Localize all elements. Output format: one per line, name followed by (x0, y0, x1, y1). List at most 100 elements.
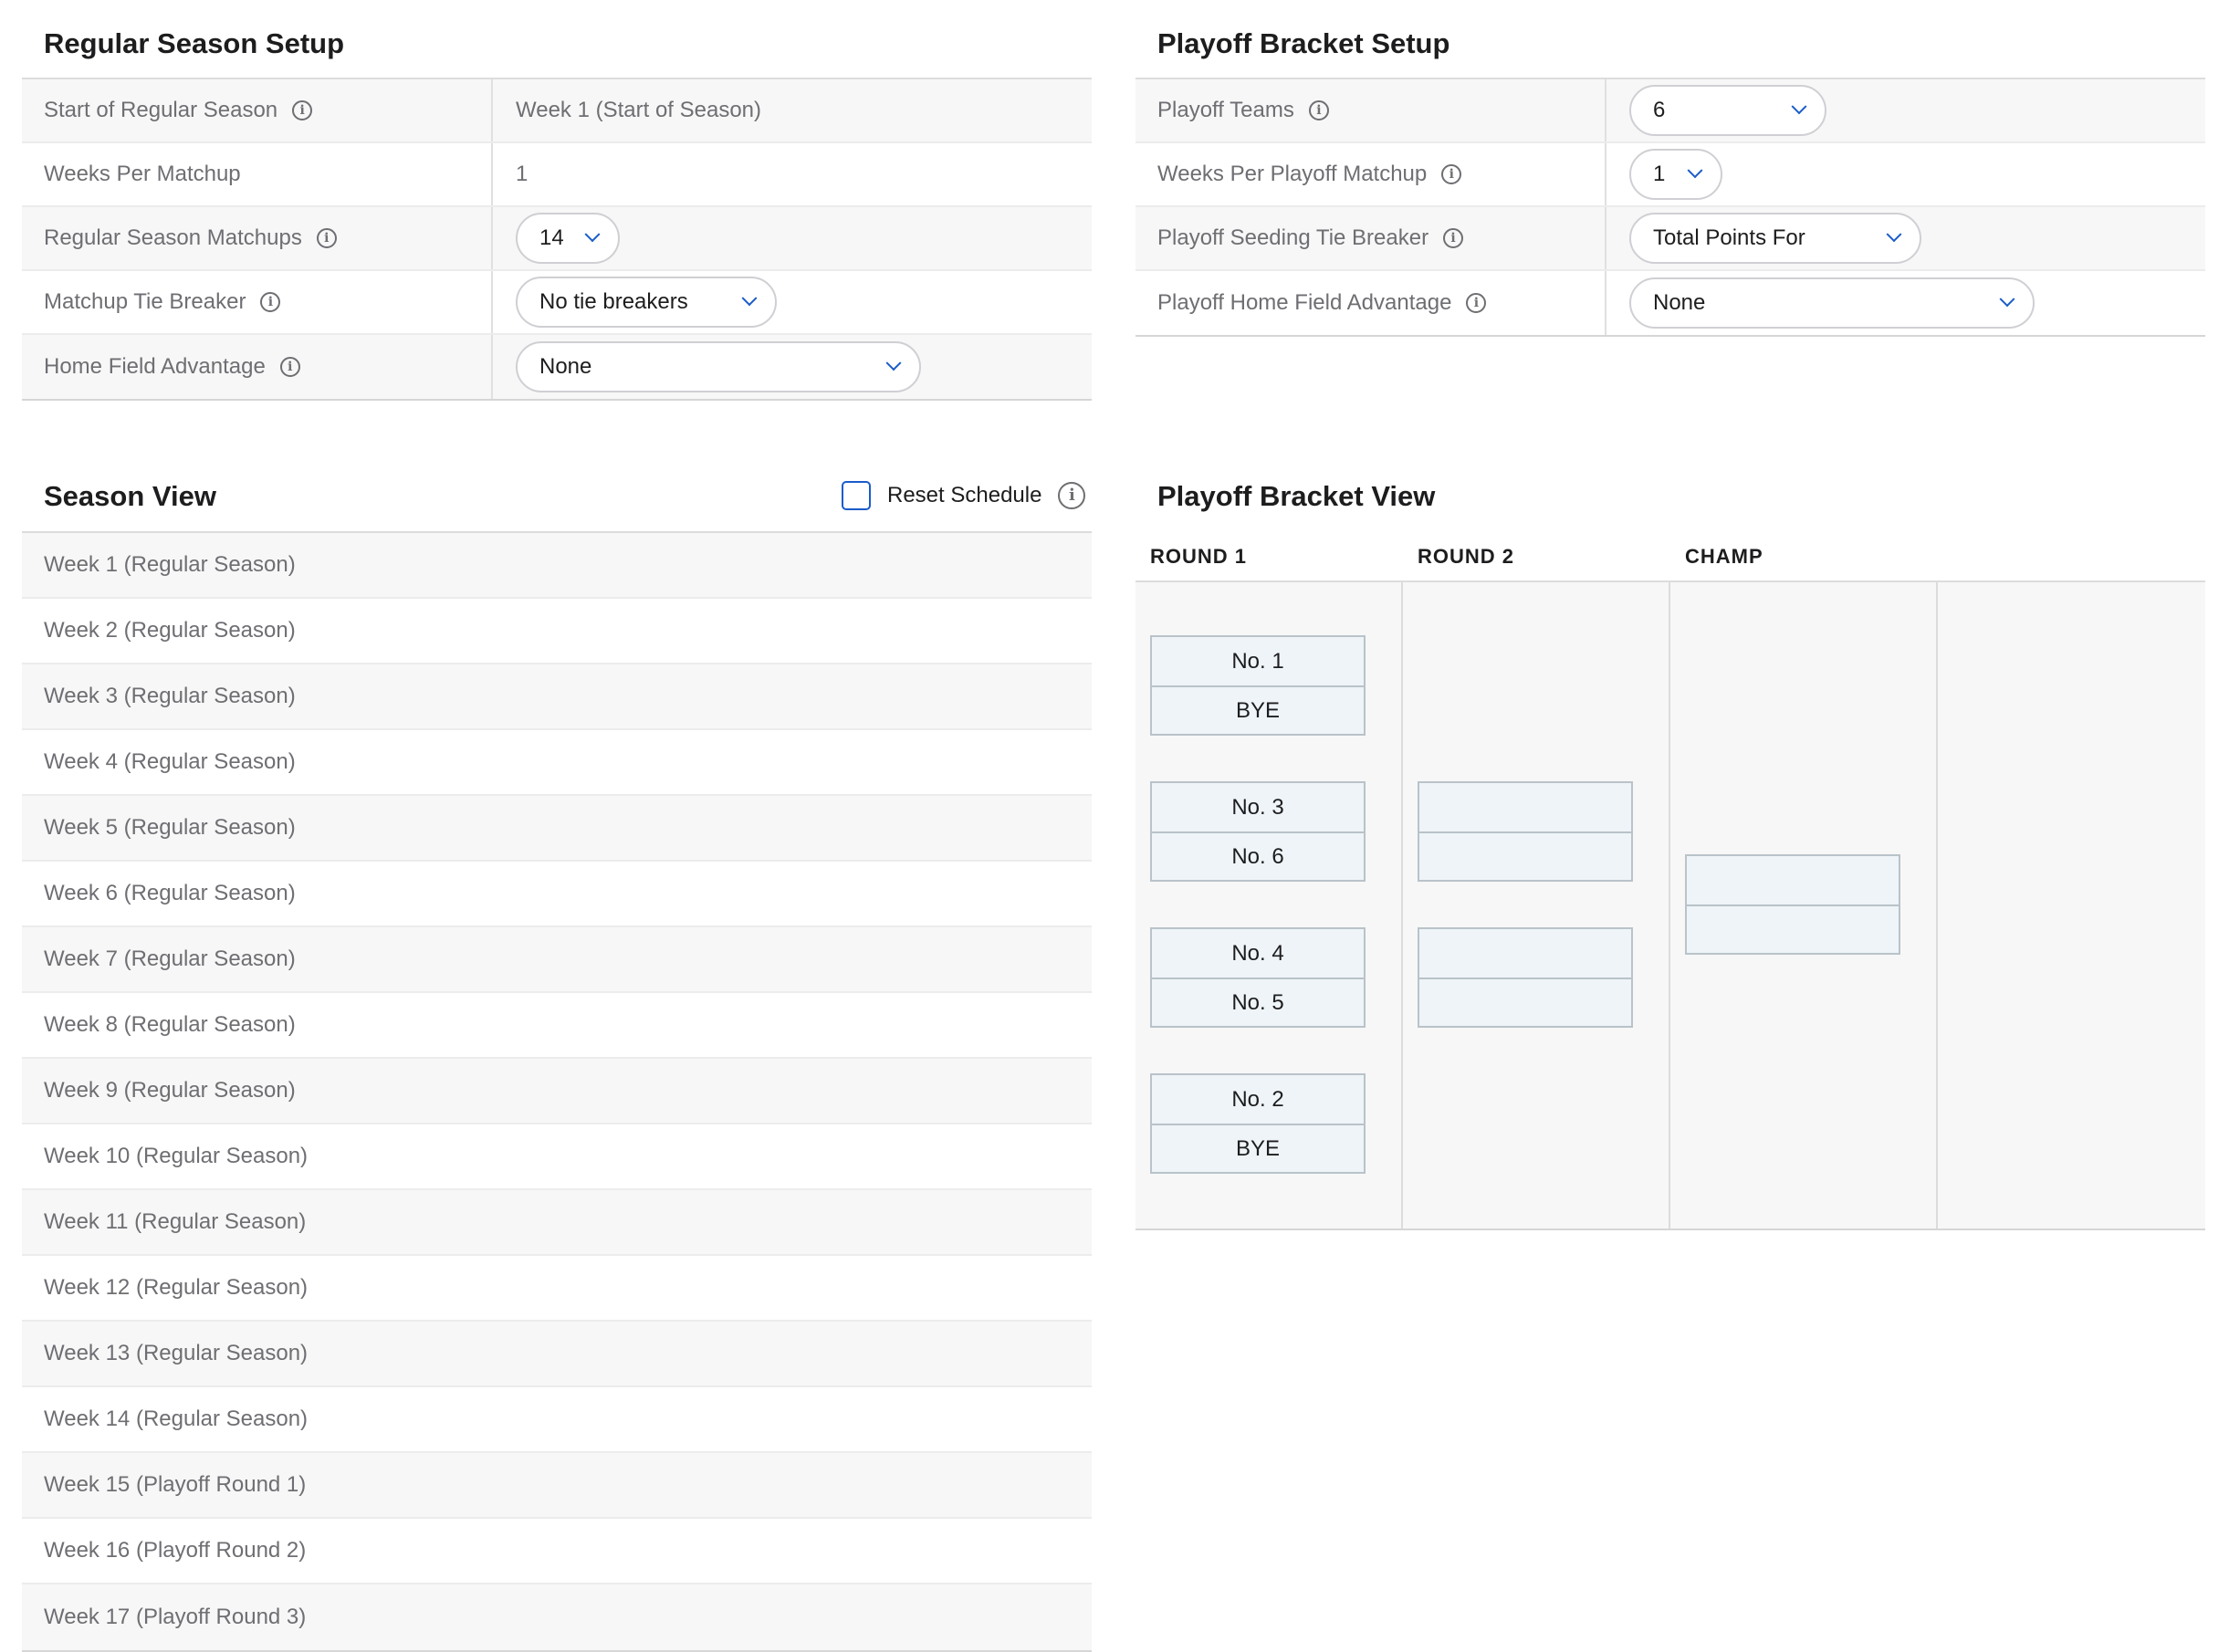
info-icon[interactable]: i (279, 357, 300, 377)
select-value: 14 (539, 225, 564, 250)
bracket-view-title: Playoff Bracket View (1157, 480, 1436, 512)
chevron-down-icon (741, 290, 758, 307)
list-item[interactable]: Week 4 (Regular Season) (22, 730, 1092, 796)
bracket-slot: No. 1 (1231, 648, 1284, 674)
bracket-slot: No. 2 (1231, 1086, 1284, 1112)
list-item[interactable]: Week 8 (Regular Season) (22, 993, 1092, 1059)
list-item[interactable]: Week 3 (Regular Season) (22, 664, 1092, 730)
bracket-slot (1419, 831, 1631, 880)
weeks-per-matchup-value: 1 (516, 162, 528, 186)
info-icon[interactable]: i (316, 228, 337, 248)
season-week-list: Week 1 (Regular Season) Week 2 (Regular … (22, 531, 1092, 1652)
setup-label: Home Field Advantage (44, 354, 266, 379)
list-item[interactable]: Week 11 (Regular Season) (22, 1190, 1092, 1256)
list-item[interactable]: Week 17 (Playoff Round 3) (22, 1584, 1092, 1650)
list-item[interactable]: Week 13 (Regular Season) (22, 1322, 1092, 1387)
bracket-slot (1687, 856, 1899, 904)
bracket-matchup[interactable] (1685, 854, 1900, 955)
bracket-matchup[interactable]: No. 1 BYE (1150, 635, 1366, 736)
bracket-slot: No. 3 (1231, 794, 1284, 820)
list-item[interactable]: Week 5 (Regular Season) (22, 796, 1092, 862)
setup-row-home-field: Home Field Advantage i None (22, 335, 1092, 399)
setup-row-start: Start of Regular Season i Week 1 (Start … (22, 79, 1092, 143)
setup-label: Start of Regular Season (44, 98, 278, 122)
info-icon[interactable]: i (1443, 228, 1464, 248)
bracket-slot: No. 6 (1152, 831, 1364, 880)
bracket-slot (1419, 783, 1631, 831)
list-item[interactable]: Week 15 (Playoff Round 1) (22, 1453, 1092, 1519)
bracket-slot: No. 4 (1231, 940, 1284, 966)
setup-row-tie-breaker: Matchup Tie Breaker i No tie breakers (22, 271, 1092, 335)
regular-setup-title: Regular Season Setup (44, 27, 345, 59)
home-field-advantage-select[interactable]: None (516, 341, 921, 392)
setup-label: Regular Season Matchups (44, 225, 302, 250)
bracket-matchup[interactable] (1418, 781, 1633, 882)
list-item[interactable]: Week 10 (Regular Season) (22, 1124, 1092, 1190)
playoff-setup-table: Playoff Teams i 6 Weeks Per Playoff Matc… (1135, 78, 2205, 337)
setup-label: Weeks Per Playoff Matchup (1157, 162, 1428, 186)
playoff-setup-title: Playoff Bracket Setup (1157, 27, 1450, 59)
reset-schedule: Reset Schedule i (842, 481, 1086, 510)
chevron-down-icon (584, 226, 601, 243)
info-icon[interactable]: i (292, 100, 313, 120)
list-item[interactable]: Week 2 (Regular Season) (22, 599, 1092, 664)
list-item[interactable]: Week 9 (Regular Season) (22, 1059, 1092, 1124)
setup-row-weeks-per-matchup: Weeks Per Matchup 1 (22, 143, 1092, 207)
bracket-round-champ (1670, 582, 1938, 1229)
regular-season-matchups-select[interactable]: 14 (516, 213, 620, 264)
list-item[interactable]: Week 6 (Regular Season) (22, 862, 1092, 927)
info-icon[interactable]: i (260, 292, 281, 312)
select-value: No tie breakers (539, 289, 688, 314)
playoff-teams-select[interactable]: 6 (1629, 85, 1826, 136)
start-of-season-value: Week 1 (Start of Season) (516, 98, 762, 122)
list-item[interactable]: Week 14 (Regular Season) (22, 1387, 1092, 1453)
chevron-down-icon (1687, 162, 1703, 179)
bracket-round-1: No. 1 BYE No. 3 No. 6 No. 4 No. 5 No. 2 … (1135, 582, 1403, 1229)
bracket-matchup[interactable] (1418, 927, 1633, 1028)
bracket-slot (1687, 904, 1899, 953)
chevron-down-icon (1791, 99, 1807, 115)
matchup-tie-breaker-select[interactable]: No tie breakers (516, 277, 777, 328)
setup-label: Playoff Home Field Advantage (1157, 290, 1452, 315)
chevron-down-icon (1999, 291, 2015, 308)
info-icon[interactable]: i (1308, 100, 1329, 120)
setup-row-playoff-teams: Playoff Teams i 6 (1135, 79, 2205, 143)
list-item[interactable]: Week 16 (Playoff Round 2) (22, 1519, 1092, 1584)
regular-setup-table: Start of Regular Season i Week 1 (Start … (22, 78, 1092, 401)
chevron-down-icon (1886, 226, 1902, 243)
list-item[interactable]: Week 1 (Regular Season) (22, 533, 1092, 599)
bracket-slot: BYE (1152, 1124, 1364, 1172)
bracket-slot: No. 5 (1152, 978, 1364, 1026)
bracket-slot (1419, 978, 1631, 1026)
seeding-tie-breaker-select[interactable]: Total Points For (1629, 213, 1921, 264)
bracket-round-2 (1403, 582, 1670, 1229)
bracket-slot: BYE (1152, 685, 1364, 734)
list-item[interactable]: Week 7 (Regular Season) (22, 927, 1092, 993)
list-item[interactable]: Week 12 (Regular Season) (22, 1256, 1092, 1322)
reset-schedule-checkbox[interactable] (842, 481, 871, 510)
bracket-matchup[interactable]: No. 2 BYE (1150, 1073, 1366, 1174)
setup-row-seeding-tie: Playoff Seeding Tie Breaker i Total Poin… (1135, 207, 2205, 271)
bracket-matchup[interactable]: No. 3 No. 6 (1150, 781, 1366, 882)
round-header-2: ROUND 2 (1418, 545, 1515, 568)
setup-row-matchups: Regular Season Matchups i 14 (22, 207, 1092, 271)
bracket-slot (1419, 929, 1631, 978)
round-header-1: ROUND 1 (1150, 545, 1248, 568)
bracket-matchup[interactable]: No. 4 No. 5 (1150, 927, 1366, 1028)
setup-row-weeks-per-playoff: Weeks Per Playoff Matchup i 1 (1135, 143, 2205, 207)
select-value: None (539, 354, 592, 379)
reset-schedule-label[interactable]: Reset Schedule (887, 483, 1041, 508)
chevron-down-icon (885, 355, 902, 371)
info-icon[interactable]: i (1441, 164, 1462, 184)
info-icon[interactable]: i (1466, 293, 1487, 313)
select-value: 6 (1653, 98, 1666, 122)
select-value: Total Points For (1653, 225, 1805, 250)
bracket-area: No. 1 BYE No. 3 No. 6 No. 4 No. 5 No. 2 … (1135, 580, 2205, 1230)
playoff-home-field-select[interactable]: None (1629, 277, 2035, 329)
setup-label: Matchup Tie Breaker (44, 289, 246, 314)
select-value: 1 (1653, 162, 1666, 186)
weeks-per-playoff-select[interactable]: 1 (1629, 149, 1722, 200)
setup-label: Playoff Seeding Tie Breaker (1157, 225, 1429, 250)
season-view-title: Season View (44, 480, 216, 512)
info-icon[interactable]: i (1058, 482, 1086, 509)
